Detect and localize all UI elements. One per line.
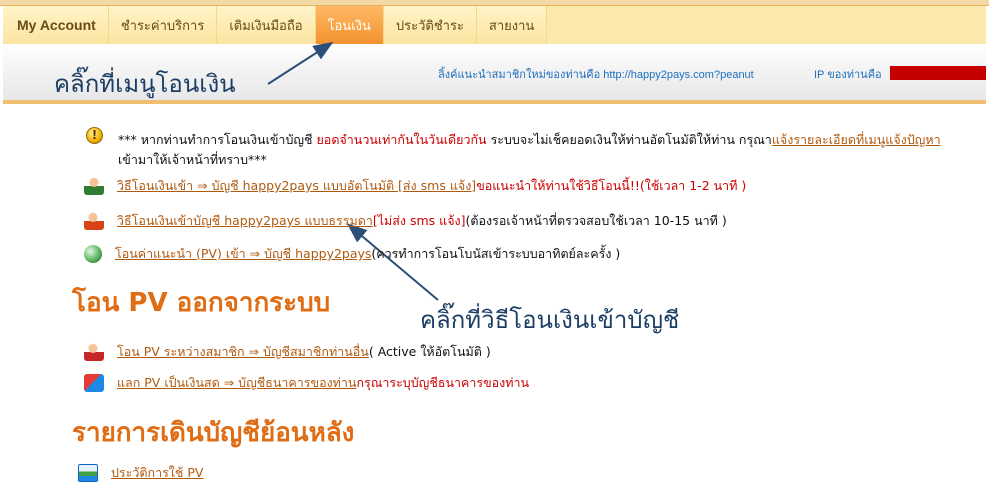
nav-mobile-topup[interactable]: เติมเงินมือถือ [217, 6, 316, 44]
notice-part3: ระบบจะไม่เช็คยอดเงินให้ท่านอัตโนมัติให้ท… [486, 132, 772, 147]
pv-transfer-in-note: (ควรทำการโอนโบนัสเข้าระบบอาทิตย์ละครั้ง … [371, 246, 621, 261]
pv-between-members-link[interactable]: โอน PV ระหว่างสมาชิก ⇒ บัญชีสมาชิกท่านอื… [117, 342, 369, 362]
referral-link-text: ลิ้งค์แนะนำสมาชิกใหม่ของท่านคือ http://h… [438, 69, 754, 81]
list-item: วิธีโอนเงินเข้า ⇒ บัญชี happy2pays แบบอั… [84, 176, 746, 196]
pv-to-cash-link[interactable]: แลก PV เป็นเงินสด ⇒ บัญชีธนาคารของท่าน [117, 373, 356, 393]
notice-text: *** หากท่านทำการโอนเงินเข้าบัญชี ยอดจำนว… [118, 130, 980, 170]
auto-transfer-note: ขอแนะนำให้ท่านใช้วิธีโอนนี้!!(ใช้เวลา 1-… [476, 178, 747, 193]
notice-part4: เข้ามาให้เจ้าหน้าที่ทราบ*** [118, 152, 267, 167]
nav-pay-service[interactable]: ชำระค่าบริการ [108, 6, 218, 44]
nav-my-account[interactable]: My Account [3, 6, 109, 44]
manual-transfer-note: (ต้องรอเจ้าหน้าที่ตรวจสอบใช้เวลา 10-15 น… [465, 213, 727, 228]
ip-label: IP ของท่านคือ [814, 69, 882, 81]
cash-card-icon [84, 374, 104, 392]
callout-method: คลิ๊กที่วิธีโอนเงินเข้าบัญชี [420, 306, 680, 334]
list-item: แลก PV เป็นเงินสด ⇒ บัญชีธนาคารของท่าน ก… [84, 373, 529, 393]
section-title-pv-out: โอน PV ออกจากระบบ [72, 288, 331, 318]
auto-transfer-link[interactable]: วิธีโอนเงินเข้า ⇒ บัญชี happy2pays แบบอั… [117, 176, 476, 196]
section-title-history: รายการเดินบัญชีย้อนหลัง [72, 418, 355, 448]
report-problem-link[interactable]: แจ้งรายละเอียดที่เมนูแจ้งปัญหา [772, 132, 941, 147]
history-sheet-icon [78, 464, 98, 482]
list-item: วิธีโอนเงินเข้าบัญชี happy2pays แบบธรรมด… [84, 211, 727, 231]
pv-transfer-in-link[interactable]: โอนค่าแนะนำ (PV) เข้า ⇒ บัญชี happy2pays [115, 244, 371, 264]
ip-value-redacted [890, 66, 986, 80]
warning-icon: ! [86, 127, 103, 144]
nav-downline[interactable]: สายงาน [476, 6, 548, 44]
user-transfer-icon [84, 212, 104, 230]
user-transfer-icon [84, 177, 104, 195]
list-item: โอน PV ระหว่างสมาชิก ⇒ บัญชีสมาชิกท่านอื… [84, 342, 491, 362]
member-icon [84, 343, 104, 361]
main-nav: My Account ชำระค่าบริการ เติมเงินมือถือ … [3, 6, 986, 44]
globe-icon [84, 245, 102, 263]
pv-between-members-note: ( Active ให้อัตโนมัติ ) [368, 344, 491, 359]
list-item: โอนค่าแนะนำ (PV) เข้า ⇒ บัญชี happy2pays… [84, 244, 620, 264]
callout-menu: คลิ๊กที่เมนูโอนเงิน [54, 70, 236, 98]
list-item: ประวัติการใช้ PV [78, 463, 203, 483]
pv-to-cash-note: กรุณาระบุบัญชีธนาคารของท่าน [356, 375, 530, 390]
nav-transfer[interactable]: โอนเงิน [315, 6, 384, 44]
notice-part1: *** หากท่านทำการโอนเงินเข้าบัญชี [118, 132, 317, 147]
nav-payment-history[interactable]: ประวัติชำระ [383, 6, 477, 44]
pv-history-link[interactable]: ประวัติการใช้ PV [111, 463, 203, 483]
manual-transfer-sms-note: [ไม่ส่ง sms แจ้ง] [372, 213, 466, 228]
manual-transfer-link[interactable]: วิธีโอนเงินเข้าบัญชี happy2pays แบบธรรมด… [117, 211, 373, 231]
notice-highlight: ยอดจำนวนเท่ากันในวันเดียวกัน [316, 132, 487, 147]
